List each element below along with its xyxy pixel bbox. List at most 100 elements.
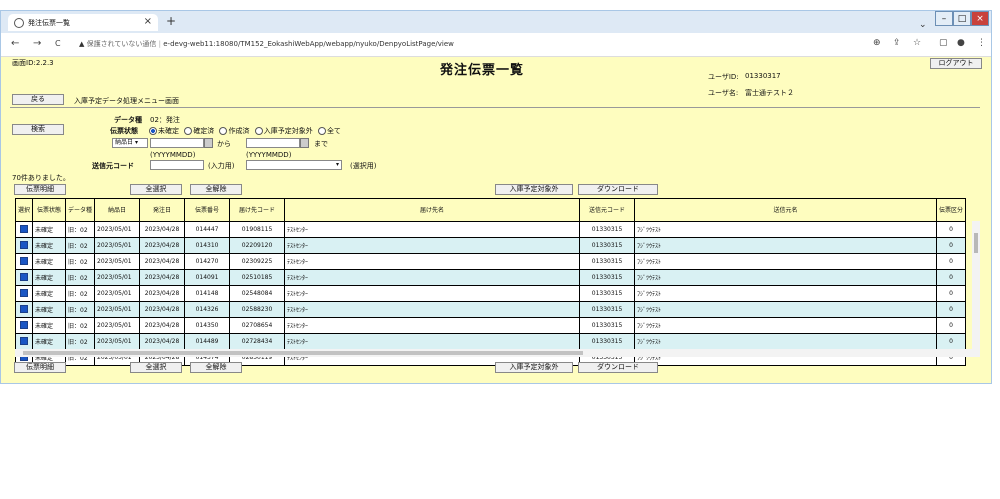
warning-icon: ▲ <box>79 40 87 48</box>
row-checkbox[interactable] <box>20 256 28 265</box>
reload-icon[interactable]: C <box>55 39 61 48</box>
select-cell <box>14 221 34 238</box>
close-window-button[interactable]: × <box>971 11 989 26</box>
table-cell: 02588230 <box>229 301 286 318</box>
table-cell: 旧：02 <box>65 301 96 318</box>
status-option-label: 作成済 <box>228 127 250 135</box>
back-button[interactable]: 戻る <box>12 94 64 105</box>
table-cell: 02728434 <box>229 333 286 350</box>
table-row[interactable]: 未確定 旧：02 2023/05/01 2023/04/28 014091 0251018… <box>14 269 967 286</box>
calendar-icon[interactable] <box>300 138 309 148</box>
status-radio-0[interactable] <box>149 127 157 135</box>
sidebar-icon[interactable]: ▢ <box>939 38 948 48</box>
table-cell: 旧：02 <box>65 269 96 286</box>
page-title: 発注伝票一覧 <box>440 63 525 78</box>
to-label: まで <box>314 140 328 148</box>
column-header: 届け先コード <box>229 198 286 222</box>
tab-list-chevron-icon[interactable]: ⌄ <box>919 20 927 30</box>
date-to-input[interactable] <box>246 138 300 148</box>
select-all-button[interactable]: 全選択 <box>130 184 182 195</box>
detail-button-bottom[interactable]: 伝票明細 <box>14 362 66 373</box>
exclude-button-bottom[interactable]: 入庫予定対象外 <box>495 362 573 373</box>
row-checkbox[interactable] <box>20 320 28 329</box>
data-type-label: データ種 <box>114 116 142 124</box>
minimize-button[interactable]: – <box>935 11 953 26</box>
select-cell <box>14 333 34 350</box>
date-type-value: 納品日 <box>115 139 134 146</box>
back-arrow-icon[interactable]: ← <box>11 38 19 49</box>
column-header: 伝票番号 <box>184 198 231 222</box>
date-from-input[interactable] <box>150 138 204 148</box>
sender-code-select[interactable]: ▾ <box>246 160 342 170</box>
logout-button[interactable]: ログアウト <box>930 58 982 69</box>
url-text: e-devg-web11:18080/TM152_EokashiWebApp/w… <box>163 40 454 48</box>
tab-close-icon[interactable]: × <box>144 16 152 27</box>
row-checkbox[interactable] <box>20 304 28 313</box>
deselect-all-button-bottom[interactable]: 全解除 <box>190 362 242 373</box>
user-id-value: 01330317 <box>745 72 781 80</box>
scroll-thumb[interactable] <box>23 351 583 355</box>
table-cell: 014270 <box>184 253 231 270</box>
table-cell: 014310 <box>184 237 231 254</box>
url-field[interactable]: ▲ 保護されていない通信 | e-devg-web11:18080/TM152_… <box>79 39 454 49</box>
table-cell: ﾃｽﾄｾﾝﾀｰ <box>284 269 581 286</box>
tab-title: 発注伝票一覧 <box>28 18 70 27</box>
table-row[interactable]: 未確定 旧：02 2023/05/01 2023/04/28 014310 0220912… <box>14 237 967 254</box>
table-cell: ﾃｽﾄｾﾝﾀｰ <box>284 237 581 254</box>
table-cell: ﾌｼﾞﾂｳﾃｽﾄ <box>634 317 938 334</box>
table-cell: 01330315 <box>579 253 636 270</box>
row-checkbox[interactable] <box>20 336 28 345</box>
profile-icon[interactable]: ● <box>957 38 965 48</box>
table-cell: 旧：02 <box>65 317 96 334</box>
result-count: 70件ありました。 <box>12 174 70 182</box>
status-radio-1[interactable] <box>184 127 193 135</box>
row-checkbox[interactable] <box>20 240 28 249</box>
status-radio-group: 未確定 確定済 作成済 入庫予定対象外 全て <box>146 126 341 136</box>
row-checkbox[interactable] <box>20 288 28 297</box>
row-checkbox[interactable] <box>20 272 28 281</box>
table-row[interactable]: 未確定 旧：02 2023/05/01 2023/04/28 014447 0190811… <box>14 221 967 238</box>
download-button-bottom[interactable]: ダウンロード <box>578 362 658 373</box>
column-header: 選択 <box>14 198 34 222</box>
download-button[interactable]: ダウンロード <box>578 184 658 195</box>
exclude-button[interactable]: 入庫予定対象外 <box>495 184 573 195</box>
status-radio-4[interactable] <box>317 127 326 135</box>
table-cell: 01330315 <box>579 285 636 302</box>
sender-code-input[interactable] <box>150 160 204 170</box>
detail-button[interactable]: 伝票明細 <box>14 184 66 195</box>
deselect-all-button[interactable]: 全解除 <box>190 184 242 195</box>
maximize-button[interactable]: □ <box>953 11 971 26</box>
table-row[interactable]: 未確定 旧：02 2023/05/01 2023/04/28 014489 0272843… <box>14 333 967 350</box>
menu-icon[interactable]: ⋮ <box>977 38 986 48</box>
scroll-thumb[interactable] <box>974 233 978 253</box>
row-checkbox[interactable] <box>20 224 28 233</box>
star-icon[interactable]: ☆ <box>913 38 921 48</box>
status-radio-3[interactable] <box>254 127 263 135</box>
calendar-icon[interactable] <box>204 138 213 148</box>
share-icon[interactable]: ⇪ <box>893 38 901 48</box>
table-cell: 2023/04/28 <box>139 333 186 350</box>
table-cell: ﾌｼﾞﾂｳﾃｽﾄ <box>634 221 938 238</box>
status-radio-2[interactable] <box>219 127 228 135</box>
table-cell: 014447 <box>184 221 231 238</box>
horizontal-scrollbar[interactable] <box>15 349 980 357</box>
data-type-value: 02：発注 <box>150 116 180 124</box>
zoom-icon[interactable]: ⊕ <box>873 38 881 48</box>
chevron-down-icon: ▾ <box>335 161 339 168</box>
status-option-label: 未確定 <box>158 127 179 135</box>
browser-tab[interactable]: 発注伝票一覧 × <box>8 14 158 31</box>
vertical-scrollbar[interactable] <box>972 221 980 349</box>
table-cell: 01908115 <box>229 221 286 238</box>
new-tab-button[interactable]: + <box>166 14 176 28</box>
date-type-select[interactable]: 納品日 ▾ <box>112 138 148 148</box>
table-row[interactable]: 未確定 旧：02 2023/05/01 2023/04/28 014148 0254808… <box>14 285 967 302</box>
sender-code-label: 送信元コード <box>92 162 134 170</box>
select-all-button-bottom[interactable]: 全選択 <box>130 362 182 373</box>
table-row[interactable]: 未確定 旧：02 2023/05/01 2023/04/28 014326 0258823… <box>14 301 967 318</box>
table-cell: 0 <box>936 269 967 286</box>
table-row[interactable]: 未確定 旧：02 2023/05/01 2023/04/28 014270 0230922… <box>14 253 967 270</box>
forward-arrow-icon[interactable]: → <box>33 38 41 49</box>
table-row[interactable]: 未確定 旧：02 2023/05/01 2023/04/28 014350 0270865… <box>14 317 967 334</box>
table-cell: ﾃｽﾄｾﾝﾀｰ <box>284 221 581 238</box>
search-button[interactable]: 検索 <box>12 124 64 135</box>
